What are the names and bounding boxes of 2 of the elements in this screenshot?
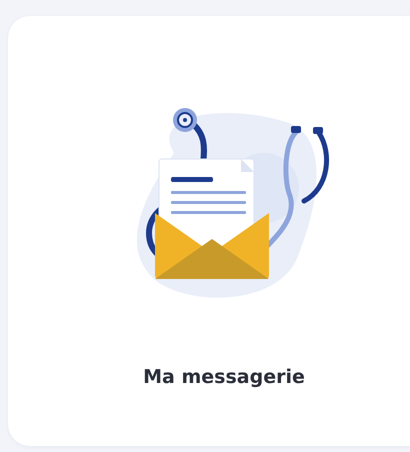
card-title: Ma messagerie: [143, 366, 305, 388]
card-background[interactable]: Ma messagerie: [8, 16, 410, 446]
